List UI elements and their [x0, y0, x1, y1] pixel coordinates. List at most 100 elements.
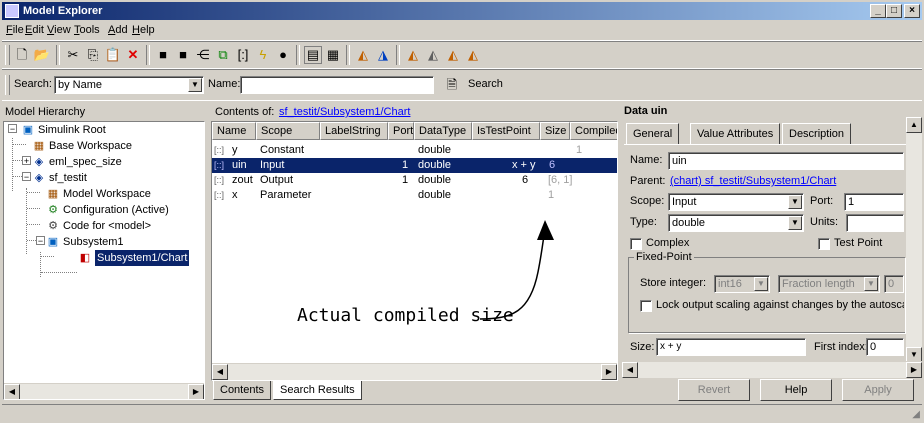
copy-icon[interactable]: ⎘ — [84, 46, 102, 64]
lightning-icon[interactable]: ϟ — [254, 46, 272, 64]
search-name-input[interactable] — [240, 76, 434, 94]
toolbar-grip[interactable] — [5, 45, 10, 65]
collapse-toggle[interactable]: − — [8, 124, 17, 134]
search-icon[interactable]: 🗎 — [442, 75, 462, 95]
tab-contents[interactable]: Contents — [213, 381, 272, 400]
chevron-down-icon[interactable]: ▼ — [188, 78, 202, 92]
tree-item-simulink-root[interactable]: ▣ Simulink Root — [21, 122, 106, 138]
search-bar: Search: by Name ▼ Name: 🗎 Search — [2, 69, 922, 101]
add-param-icon[interactable]: ◭ — [444, 46, 462, 64]
menu-add[interactable]: Add — [108, 24, 128, 36]
name-field[interactable]: uin — [668, 152, 904, 170]
scope-select[interactable]: Input ▼ — [668, 193, 804, 211]
contents-path-link[interactable]: sf_testit/Subsystem1/Chart — [279, 106, 410, 118]
complex-checkbox[interactable] — [630, 238, 642, 250]
scroll-left-icon[interactable]: ◀ — [212, 364, 228, 380]
size-field[interactable]: x + y — [656, 338, 806, 356]
delete-icon[interactable]: ✕ — [124, 46, 142, 64]
contents-prefix: Contents of: — [215, 106, 275, 118]
hierarchy-horizontal-scrollbar[interactable]: ◀ ▶ — [4, 383, 204, 399]
scroll-right-icon[interactable]: ▶ — [188, 384, 204, 399]
apply-button[interactable]: Apply — [842, 379, 914, 401]
maximize-button[interactable]: □ — [886, 4, 902, 18]
block2-icon[interactable]: ■ — [174, 46, 192, 64]
tab-value-attributes[interactable]: Value Attributes — [690, 123, 781, 145]
scroll-left-icon[interactable]: ◀ — [4, 384, 20, 399]
search-button[interactable]: Search — [468, 78, 503, 90]
tree-item-model-workspace[interactable]: ▦ Model Workspace — [46, 186, 151, 202]
units-field[interactable] — [846, 214, 904, 232]
tab-description[interactable]: Description — [782, 123, 852, 145]
resize-grip-icon[interactable]: ◢ — [912, 409, 920, 420]
toolbar-separator — [296, 45, 300, 65]
tree-item-base-workspace[interactable]: ▦ Base Workspace — [32, 138, 132, 154]
menu-tools[interactable]: Tools — [74, 24, 100, 36]
testpoint-checkbox[interactable] — [818, 238, 830, 250]
searchbar-grip[interactable] — [5, 75, 10, 95]
chevron-down-icon[interactable]: ▼ — [864, 277, 878, 291]
tree-item-sf-testit[interactable]: ◈ sf_testit — [32, 170, 87, 186]
add-input-icon[interactable]: ◭ — [404, 46, 422, 64]
lock-scaling-checkbox[interactable] — [640, 300, 652, 312]
add-target-icon[interactable]: ◭ — [464, 46, 482, 64]
add-output-icon[interactable]: ◭ — [424, 46, 442, 64]
close-button[interactable]: × — [904, 4, 920, 18]
new-icon[interactable]: 🗋 — [13, 46, 31, 64]
expand-toggle[interactable]: + — [22, 156, 31, 166]
toolbar-separator — [396, 45, 400, 65]
workspace-icon: ▦ — [47, 188, 59, 200]
search-by-select[interactable]: by Name ▼ — [54, 76, 204, 94]
bus-icon[interactable]: ⋲ — [194, 46, 212, 64]
scroll-up-icon[interactable]: ▲ — [906, 117, 922, 133]
tree-icon[interactable]: ⧉ — [214, 46, 232, 64]
cut-icon[interactable]: ✂ — [64, 46, 82, 64]
collapse-toggle[interactable]: − — [36, 236, 45, 246]
list-view-icon[interactable]: ▤ — [304, 46, 322, 64]
block-icon[interactable]: ■ — [154, 46, 172, 64]
chevron-down-icon[interactable]: ▼ — [754, 277, 768, 291]
dialog-horizontal-scrollbar[interactable]: ◀ ▶ — [622, 361, 922, 378]
complex-label: Complex — [646, 237, 690, 249]
collapse-toggle[interactable]: − — [22, 172, 31, 182]
tree-item-chart[interactable]: ◧ Subsystem1/Chart — [78, 250, 190, 266]
first-index-field[interactable]: 0 — [866, 338, 904, 356]
revert-button[interactable]: Revert — [678, 379, 750, 401]
matrix-icon[interactable]: [:] — [234, 46, 252, 64]
scroll-right-icon[interactable]: ▶ — [906, 362, 922, 378]
minimize-button[interactable]: _ — [870, 4, 886, 18]
scroll-left-icon[interactable]: ◀ — [622, 362, 638, 378]
scroll-right-icon[interactable]: ▶ — [601, 364, 617, 380]
detail-view-icon[interactable]: ▦ — [324, 46, 342, 64]
tab-general[interactable]: General — [626, 123, 680, 145]
paste-icon[interactable]: 📋 — [104, 46, 122, 64]
tree-item-eml-spec-size[interactable]: ◈ eml_spec_size — [32, 154, 122, 170]
tab-search-results[interactable]: Search Results — [273, 381, 362, 400]
tree-item-subsystem1[interactable]: ▣ Subsystem1 — [46, 234, 124, 250]
store-integer-select[interactable]: int16 ▼ — [714, 275, 770, 293]
tree-item-code[interactable]: ⚙ Code for <model> — [46, 218, 151, 234]
menu-edit[interactable]: Edit — [25, 24, 44, 36]
model-icon: ◈ — [34, 172, 44, 184]
type-select[interactable]: double ▼ — [668, 214, 804, 232]
open-icon[interactable]: 📂 — [33, 46, 51, 64]
menu-file[interactable]: File — [6, 24, 24, 36]
add-event-icon[interactable]: ◮ — [374, 46, 392, 64]
chevron-down-icon[interactable]: ▼ — [788, 195, 802, 209]
contents-horizontal-scrollbar[interactable]: ◀ ▶ — [212, 363, 617, 380]
menu-view[interactable]: View — [47, 24, 71, 36]
help-button[interactable]: Help — [760, 379, 832, 401]
record-icon[interactable]: ● — [274, 46, 292, 64]
tree-item-configuration[interactable]: ⚙ Configuration (Active) — [46, 202, 169, 218]
dialog-vertical-scrollbar[interactable]: ▲ ▼ — [906, 117, 922, 363]
chevron-down-icon[interactable]: ▼ — [788, 216, 802, 230]
simulink-icon: ▣ — [22, 124, 34, 136]
add-data-icon[interactable]: ◭ — [354, 46, 372, 64]
fraction-length-field[interactable]: 0 — [884, 275, 904, 293]
menu-help[interactable]: Help — [132, 24, 155, 36]
title-bar[interactable]: Model Explorer _ □ × — [2, 2, 922, 20]
parent-link[interactable]: (chart) sf_testit/Subsystem1/Chart — [670, 175, 836, 187]
store-integer-label: Store integer: — [640, 277, 707, 289]
parent-label: Parent: — [630, 175, 666, 187]
fraction-length-select[interactable]: Fraction length ▼ — [778, 275, 880, 293]
port-field[interactable]: 1 — [844, 193, 904, 211]
